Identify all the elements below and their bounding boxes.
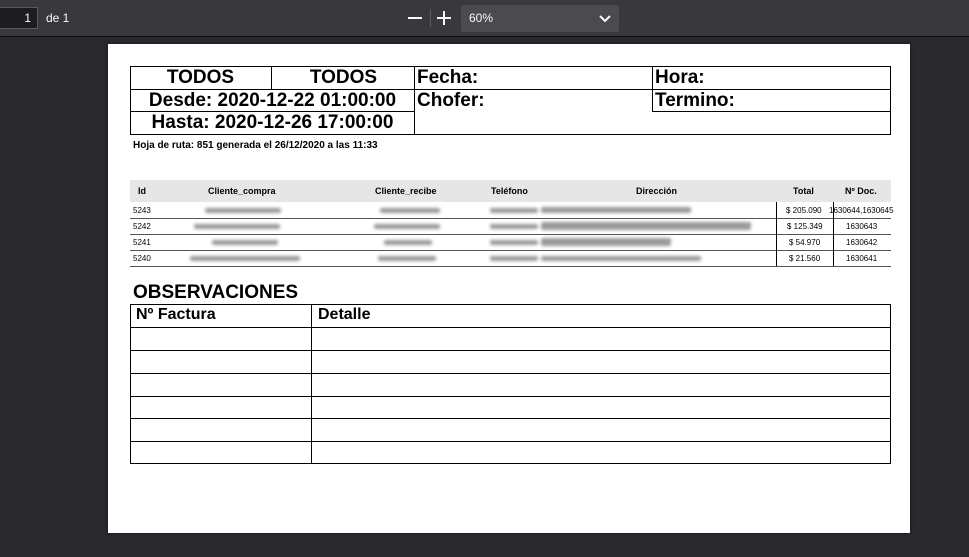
row-divider (130, 373, 891, 374)
table-row-total: $ 21.560 (789, 254, 821, 263)
column-divider (311, 304, 312, 464)
zoom-value: 60% (469, 11, 494, 25)
zoom-in-button[interactable] (432, 7, 456, 29)
observaciones-table (130, 304, 891, 464)
fecha-label: Fecha: (417, 67, 479, 88)
col-cliente-recibe: Cliente_recibe (375, 186, 437, 196)
redacted-cell (380, 208, 440, 213)
redacted-cell (541, 238, 671, 246)
row-divider (130, 266, 891, 267)
col-ndoc: Nº Doc. (845, 186, 877, 196)
todos-right: TODOS (309, 67, 378, 88)
table-row-total: $ 54.970 (789, 238, 821, 247)
plus-icon (437, 11, 451, 25)
divider (652, 66, 653, 112)
pdf-page: TODOS TODOS Desde: 2020-12-22 01:00:00 H… (108, 44, 910, 533)
col-telefono: Teléfono (491, 186, 528, 196)
redacted-cell (374, 224, 440, 229)
redacted-cell (194, 224, 280, 229)
zoom-out-button[interactable] (403, 7, 427, 29)
table-row-ndoc: 1630644,1630645 (829, 206, 894, 215)
redacted-cell (490, 256, 538, 261)
minus-icon (408, 17, 422, 19)
row-divider (130, 441, 891, 442)
toolbar-separator (430, 9, 431, 27)
col-total: Total (793, 186, 814, 196)
pdf-toolbar: 1 de 1 60% (0, 0, 969, 37)
observaciones-title: OBSERVACIONES (133, 282, 299, 303)
table-row-id: 5243 (133, 206, 151, 215)
table-row-total: $ 205.090 (786, 206, 822, 215)
todos-left: TODOS (166, 67, 235, 88)
hasta-text: Hasta: 2020-12-26 17:00:00 (151, 112, 394, 133)
chofer-label: Chofer: (417, 90, 485, 111)
table-row-total: $ 125.349 (787, 222, 823, 231)
table-row-id: 5242 (133, 222, 151, 231)
row-divider (130, 418, 891, 419)
redacted-cell (541, 207, 691, 213)
route-info: Hoja de ruta: 851 generada el 26/12/2020… (133, 140, 378, 151)
redacted-cell (205, 208, 281, 213)
redacted-cell (378, 256, 436, 261)
redacted-cell (541, 222, 751, 230)
table-row-id: 5241 (133, 238, 151, 247)
row-divider (130, 350, 891, 351)
column-divider (776, 202, 777, 266)
hora-label: Hora: (655, 67, 705, 88)
redacted-cell (384, 240, 432, 245)
col-detalle: Detalle (318, 306, 371, 323)
table-row-ndoc: 1630641 (846, 254, 878, 263)
termino-label: Termino: (655, 90, 735, 111)
col-cliente-compra: Cliente_compra (208, 186, 276, 196)
zoom-select[interactable]: 60% (461, 5, 619, 32)
col-direccion: Dirección (636, 186, 678, 196)
col-factura: Nº Factura (136, 306, 216, 323)
redacted-cell (190, 256, 300, 261)
redacted-cell (490, 208, 538, 213)
redacted-cell (490, 224, 538, 229)
redacted-cell (212, 240, 278, 245)
page-count-label: de 1 (46, 11, 70, 25)
desde-text: Desde: 2020-12-22 01:00:00 (148, 90, 397, 111)
table-row-id: 5240 (133, 254, 151, 263)
table-row-ndoc: 1630642 (846, 238, 878, 247)
page-number-input[interactable]: 1 (0, 7, 38, 29)
col-id: Id (138, 186, 146, 196)
redacted-cell (490, 240, 538, 245)
chevron-down-icon (599, 15, 611, 23)
table-row-ndoc: 1630643 (846, 222, 878, 231)
row-divider (130, 327, 891, 328)
row-divider (130, 396, 891, 397)
redacted-cell (541, 256, 701, 261)
